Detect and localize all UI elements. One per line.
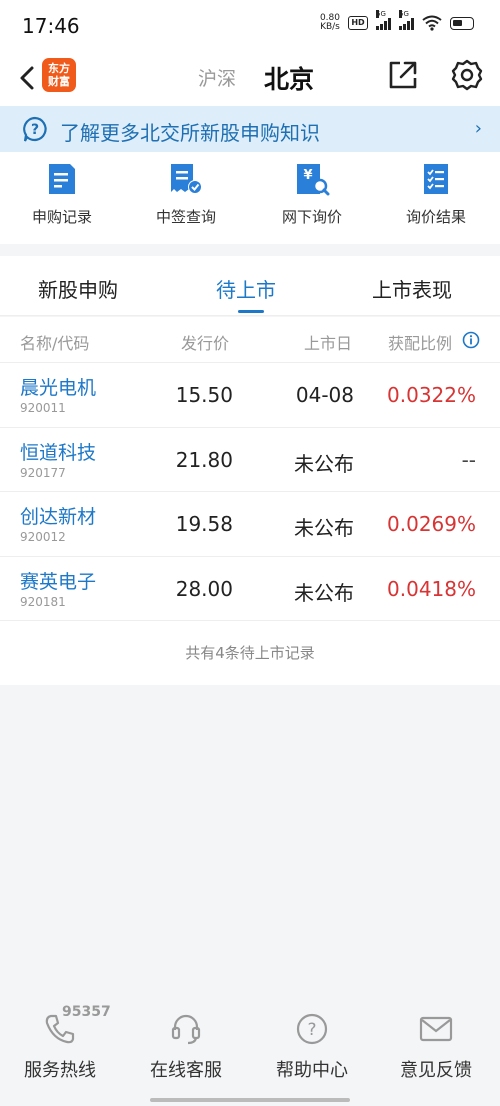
tab-beijing[interactable]: 北京: [264, 60, 314, 96]
online-service-button[interactable]: 在线客服: [126, 1012, 246, 1082]
quick-item-subscription-records[interactable]: 申购记录: [2, 162, 122, 227]
quick-menu: 申购记录 中签查询 ¥ 网下询价 询价结果: [0, 152, 500, 244]
app-header: 东方 财富 沪深 北京: [0, 50, 500, 106]
listing-date: 未公布: [294, 580, 354, 605]
help-center-button[interactable]: ? 帮助中心: [252, 1012, 372, 1082]
quick-item-offline-inquiry[interactable]: ¥ 网下询价: [252, 162, 372, 227]
question-bubble-icon: ?: [23, 116, 47, 142]
gear-icon[interactable]: [450, 58, 484, 92]
table-row[interactable]: 创达新材 920012 19.58 未公布 0.0269%: [0, 492, 500, 557]
listing-date: 04-08: [295, 383, 354, 407]
checklist-icon: [424, 164, 448, 194]
stock-code: 920012: [20, 530, 66, 544]
stock-code: 920181: [20, 594, 66, 609]
record-count-note: 共有4条待上市记录: [185, 644, 315, 662]
headset-icon: [171, 1014, 201, 1045]
column-header-ratio: 获配比例: [388, 334, 453, 353]
wifi-icon: [422, 15, 442, 31]
tab-hushen[interactable]: 沪深: [198, 64, 236, 91]
svg-text:?: ?: [31, 122, 39, 138]
pending-listing-table: 名称/代码 发行价 上市日 获配比例 晨光电机 920011 15.50 04-…: [0, 317, 500, 685]
network-speed-unit: KB/s: [320, 22, 340, 32]
active-tab-indicator: [238, 310, 264, 313]
battery-icon: [450, 16, 474, 30]
quick-item-label: 中签查询: [155, 208, 216, 226]
hd-icon: HD: [348, 16, 368, 30]
receipt-check-icon: [171, 164, 202, 194]
stock-name[interactable]: 恒道科技: [20, 438, 96, 465]
logo-text-1: 东方: [48, 62, 70, 75]
quick-item-inquiry-results[interactable]: 询价结果: [376, 162, 496, 227]
quick-item-label: 网下询价: [281, 208, 342, 226]
info-banner[interactable]: ? 了解更多北交所新股申购知识 ›: [0, 106, 500, 152]
stock-name[interactable]: 晨光电机: [20, 373, 96, 400]
table-header: 名称/代码 发行价 上市日 获配比例: [0, 317, 500, 363]
stock-code: 920011: [20, 401, 66, 415]
help-icon: ?: [296, 1013, 328, 1045]
network-speed: 0.80 KB/s: [320, 14, 340, 32]
bottom-item-label: 帮助中心: [276, 1060, 348, 1081]
bottom-item-label: 在线客服: [150, 1060, 222, 1081]
info-icon[interactable]: [462, 331, 480, 349]
brand-logo: 东方 财富: [42, 58, 76, 92]
share-icon[interactable]: [386, 58, 420, 92]
feedback-button[interactable]: 意见反馈: [376, 1012, 496, 1082]
allocation-ratio: 0.0269%: [387, 512, 476, 536]
signal-label-2: 5G: [399, 10, 409, 18]
document-icon: [49, 164, 75, 194]
quick-item-label: 申购记录: [31, 208, 92, 226]
stock-code: 920177: [20, 465, 66, 480]
chevron-right-icon: ›: [474, 118, 482, 139]
table-row[interactable]: 晨光电机 920011 15.50 04-08 0.0322%: [0, 363, 500, 428]
column-header-name: 名称/代码: [20, 334, 90, 353]
phone-icon: [45, 1014, 75, 1044]
quick-item-label: 询价结果: [405, 208, 466, 226]
issue-price: 15.50: [175, 383, 233, 407]
svg-text:?: ?: [307, 1020, 316, 1040]
quick-item-winning-query[interactable]: 中签查询: [126, 162, 246, 227]
signal-icon: 5G: [376, 10, 391, 30]
status-bar: 17:46 0.80 KB/s HD 5G 5G: [0, 0, 500, 50]
allocation-ratio: 0.0322%: [387, 383, 476, 407]
bottom-item-label: 服务热线: [24, 1060, 96, 1081]
bottom-service-bar: 95357 服务热线 在线客服 ? 帮助中心 意见反馈: [0, 1000, 500, 1106]
tab-pending-listing[interactable]: 待上市: [216, 274, 276, 303]
signal-label: 5G: [376, 10, 386, 18]
ipo-tabs: 新股申购 待上市 上市表现: [0, 256, 500, 316]
listing-date: 未公布: [294, 451, 354, 476]
tab-listing-performance[interactable]: 上市表现: [372, 274, 452, 303]
stock-name[interactable]: 创达新材: [20, 502, 96, 529]
allocation-ratio: --: [461, 447, 476, 472]
svg-text:¥: ¥: [303, 168, 312, 183]
banner-text: 了解更多北交所新股申购知识: [60, 121, 320, 145]
service-hotline-button[interactable]: 服务热线: [0, 1012, 120, 1082]
issue-price: 19.58: [175, 512, 233, 536]
column-header-price: 发行价: [181, 334, 230, 353]
listing-date: 未公布: [294, 516, 354, 540]
mail-icon: [419, 1016, 453, 1042]
yen-search-icon: ¥: [297, 164, 330, 196]
signal-icon-2: 5G: [399, 10, 414, 30]
issue-price: 21.80: [175, 447, 233, 472]
table-row[interactable]: 恒道科技 920177 21.80 未公布 --: [0, 428, 500, 492]
table-row[interactable]: 赛英电子 920181 28.00 未公布 0.0418%: [0, 557, 500, 621]
tab-new-ipo[interactable]: 新股申购: [38, 274, 118, 303]
column-header-date: 上市日: [304, 334, 353, 353]
stock-name[interactable]: 赛英电子: [20, 567, 96, 594]
allocation-ratio: 0.0418%: [387, 576, 476, 601]
clock: 17:46: [22, 14, 80, 38]
system-icons: 0.80 KB/s HD 5G 5G: [320, 10, 474, 32]
back-arrow-icon[interactable]: [14, 60, 42, 96]
bottom-item-label: 意见反馈: [400, 1060, 472, 1081]
logo-text-2: 财富: [48, 75, 70, 88]
issue-price: 28.00: [175, 576, 233, 601]
home-indicator[interactable]: [150, 1098, 350, 1102]
